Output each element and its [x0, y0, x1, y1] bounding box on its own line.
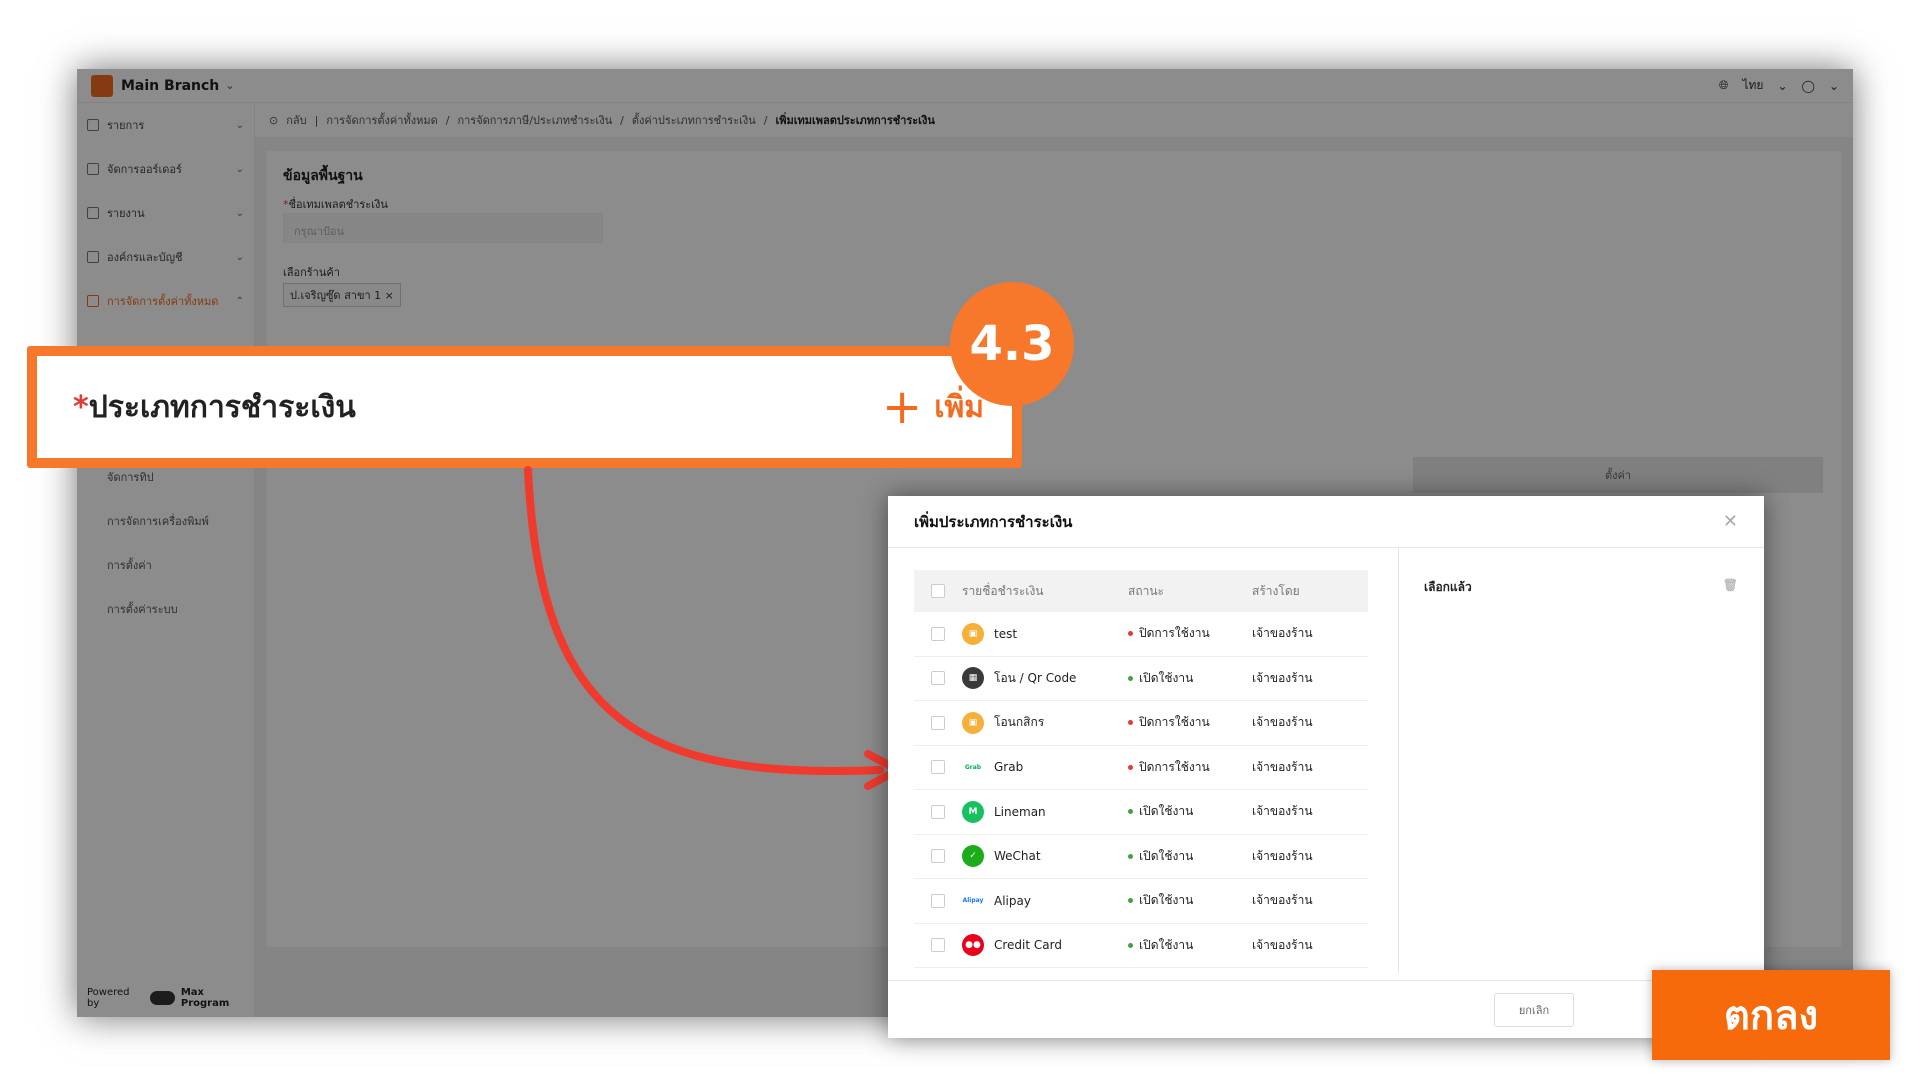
- table-row[interactable]: ▣ test ปิดการใช้งาน เจ้าของร้าน: [914, 612, 1368, 657]
- status-text: เปิดใช้งาน: [1139, 670, 1194, 685]
- status-dot: [1128, 898, 1133, 904]
- wechat-icon: ✓: [962, 845, 984, 868]
- wallet-icon: ▣: [962, 711, 984, 734]
- grab-icon: Grab: [964, 763, 982, 771]
- ok-button[interactable]: ตกลง: [1652, 970, 1890, 1060]
- alipay-icon: Alipay: [962, 897, 984, 905]
- row-checkbox[interactable]: [931, 938, 945, 953]
- table-row[interactable]: M Lineman เปิดใช้งาน เจ้าของร้าน: [914, 790, 1368, 835]
- column-header-status: สถานะ: [1128, 583, 1164, 598]
- created-by: เจ้าของร้าน: [1252, 804, 1313, 819]
- status-text: ปิดการใช้งาน: [1139, 626, 1210, 641]
- row-checkbox[interactable]: [931, 804, 945, 819]
- table-row[interactable]: ▦ โอน / Qr Code เปิดใช้งาน เจ้าของร้าน: [914, 657, 1368, 701]
- modal-body: รายชื่อชำระเงิน สถานะ สร้างโดย ▣ test ปิดก…: [888, 548, 1764, 973]
- payment-name: Lineman: [994, 804, 1046, 819]
- status-text: เปิดใช้งาน: [1139, 893, 1194, 908]
- qr-icon: ▦: [962, 667, 984, 690]
- payment-list: รายชื่อชำระเงิน สถานะ สร้างโดย ▣ test ปิดก…: [914, 570, 1368, 968]
- created-by: เจ้าของร้าน: [1252, 626, 1313, 641]
- selected-pane: เลือกแล้ว 🗑︎: [1424, 570, 1738, 597]
- status-text: เปิดใช้งาน: [1139, 804, 1194, 819]
- modal-title: เพิ่มประเภทการชำระเงิน: [914, 512, 1073, 531]
- modal-header: เพิ่มประเภทการชำระเงิน ✕: [888, 496, 1764, 548]
- payment-name: test: [994, 626, 1018, 641]
- pane-divider: [1398, 548, 1399, 973]
- status-dot: [1128, 764, 1133, 770]
- wallet-icon: ▣: [962, 622, 984, 645]
- status-text: ปิดการใช้งาน: [1139, 759, 1210, 774]
- status-dot: [1128, 720, 1133, 726]
- created-by: เจ้าของร้าน: [1252, 893, 1313, 908]
- modal-footer: ยกเลิก: [888, 980, 1764, 1038]
- status-text: ปิดการใช้งาน: [1139, 715, 1210, 730]
- selected-title: เลือกแล้ว: [1424, 580, 1472, 594]
- row-checkbox[interactable]: [931, 715, 945, 730]
- status-dot: [1128, 631, 1133, 637]
- payment-type-callout: *ประเภทการชำระเงิน + เพิ่ม: [27, 346, 1022, 468]
- row-checkbox[interactable]: [931, 626, 945, 641]
- row-checkbox[interactable]: [931, 893, 945, 908]
- credit-card-icon: ●●: [962, 934, 984, 957]
- status-dot: [1128, 853, 1133, 859]
- column-header-created-by: สร้างโดย: [1252, 583, 1300, 598]
- payment-name: โอน / Qr Code: [994, 670, 1077, 685]
- status-text: เปิดใช้งาน: [1139, 937, 1194, 952]
- add-payment-type-button[interactable]: + เพิ่ม: [882, 383, 984, 431]
- created-by: เจ้าของร้าน: [1252, 670, 1313, 685]
- row-checkbox[interactable]: [931, 849, 945, 864]
- select-all-checkbox[interactable]: [931, 584, 945, 598]
- trash-icon[interactable]: 🗑︎: [1723, 578, 1738, 597]
- status-dot: [1128, 809, 1133, 815]
- payment-name: โอนกสิกร: [994, 715, 1045, 730]
- table-row[interactable]: ✓ WeChat เปิดใช้งาน เจ้าของร้าน: [914, 835, 1368, 879]
- payment-name: Alipay: [994, 893, 1031, 908]
- payment-name: Credit Card: [994, 938, 1062, 953]
- cancel-button[interactable]: ยกเลิก: [1494, 992, 1574, 1027]
- add-payment-type-modal: เพิ่มประเภทการชำระเงิน ✕ รายชื่อชำระเงิน…: [888, 496, 1764, 1038]
- created-by: เจ้าของร้าน: [1252, 715, 1313, 730]
- created-by: เจ้าของร้าน: [1252, 848, 1313, 863]
- created-by: เจ้าของร้าน: [1252, 937, 1313, 952]
- payment-type-label: *ประเภทการชำระเงิน: [73, 389, 356, 425]
- column-header-name: รายชื่อชำระเงิน: [962, 583, 1044, 598]
- table-row[interactable]: ▣ โอนกสิกร ปิดการใช้งาน เจ้าของร้าน: [914, 701, 1368, 746]
- row-checkbox[interactable]: [931, 671, 945, 686]
- payment-name: WeChat: [994, 849, 1041, 864]
- tutorial-stage: Main Branch ⌄ 🌐︎ ไทย ⌄ ◯ ⌄ รายการ ⌄ จัดก…: [0, 0, 1920, 1080]
- table-row[interactable]: Alipay Alipay เปิดใช้งาน เจ้าของร้าน: [914, 879, 1368, 924]
- step-badge: 4.3: [950, 282, 1074, 406]
- table-row[interactable]: Grab Grab ปิดการใช้งาน เจ้าของร้าน: [914, 746, 1368, 790]
- plus-icon: +: [881, 379, 923, 435]
- created-by: เจ้าของร้าน: [1252, 759, 1313, 774]
- status-text: เปิดใช้งาน: [1139, 848, 1194, 863]
- lineman-icon: M: [962, 800, 984, 823]
- row-checkbox[interactable]: [931, 760, 945, 775]
- table-row[interactable]: ●● Credit Card เปิดใช้งาน เจ้าของร้าน: [914, 924, 1368, 968]
- status-dot: [1128, 675, 1133, 681]
- close-icon[interactable]: ✕: [1723, 511, 1738, 532]
- payment-name: Grab: [994, 760, 1024, 775]
- table-header: รายชื่อชำระเงิน สถานะ สร้างโดย: [914, 570, 1368, 612]
- status-dot: [1128, 942, 1133, 948]
